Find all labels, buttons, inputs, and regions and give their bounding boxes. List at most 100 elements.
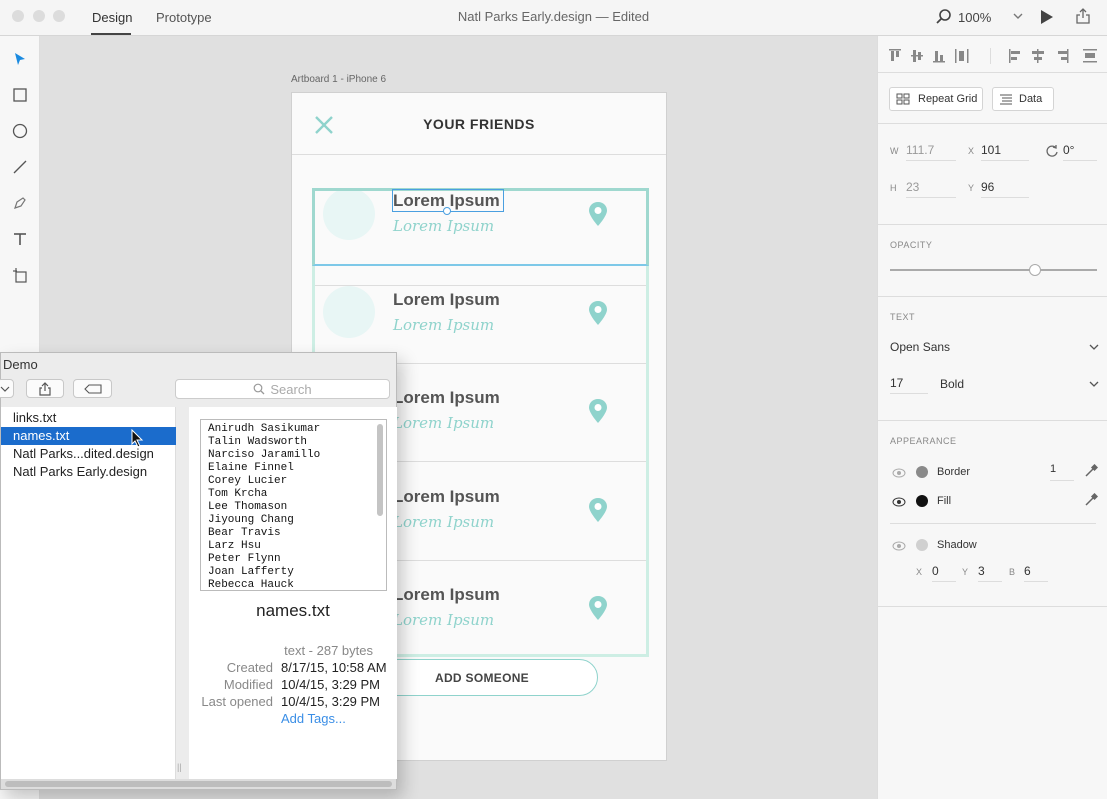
share-icon[interactable] [1076,7,1090,25]
column-resize-handle[interactable]: || [177,762,182,772]
ellipse-tool-icon[interactable] [8,119,32,143]
shadow-label: Shadow [937,539,977,551]
align-right-icon [1058,49,1069,63]
add-someone-label: ADD SOMEONE [435,671,529,685]
preview-line: Lee Thomason [208,501,288,513]
shadow-color-swatch[interactable] [916,539,928,551]
search-placeholder: Search [270,381,312,397]
finder-window[interactable]: Demo Search links.txt names.txt Natl Par… [0,352,397,790]
preview-line: Joan Lafferty [208,566,294,578]
scrollbar-thumb[interactable] [5,781,392,787]
height-field[interactable]: 23 [906,178,956,198]
preview-line: Tom Krcha [208,488,268,500]
border-label: Border [937,466,971,478]
eye-icon[interactable] [892,541,906,551]
search-field[interactable]: Search [175,379,390,399]
artboard-tool-icon[interactable] [8,263,32,287]
zoom-search-icon[interactable] [936,9,952,25]
share-icon [39,382,51,396]
file-item[interactable]: Natl Parks...dited.design [1,445,176,463]
preview-line: Rebecca Hauck [208,579,294,591]
preview-line: Bear Travis [208,527,281,539]
created-value: 8/17/15, 10:58 AM [281,660,387,675]
preview-scrollbar[interactable] [377,424,383,516]
text-heading: TEXT [890,312,916,322]
preview-line: Anirudh Sasikumar [208,423,321,435]
x-field[interactable]: 101 [981,141,1029,161]
data-button[interactable]: Data [992,87,1054,111]
share-button[interactable] [26,379,64,398]
preview-line: Narciso Jaramillo [208,449,321,461]
tags-button[interactable] [73,379,112,398]
rotate-icon [1046,145,1058,157]
eyedropper-icon[interactable] [1084,493,1098,507]
shadow-x-field[interactable]: 0 [932,562,956,582]
shadow-y-field[interactable]: 3 [978,562,1002,582]
screen-title[interactable]: YOUR FRIENDS [292,116,666,132]
shadow-blur-label: B [1009,567,1016,577]
font-weight-select[interactable]: Bold [940,377,964,391]
repeat-grid-label: Repeat Grid [918,93,978,105]
select-tool-icon[interactable] [8,47,32,71]
text-preview[interactable]: Anirudh Sasikumar Talin Wadsworth Narciso … [200,419,387,591]
file-item[interactable]: Natl Parks Early.design [1,463,176,481]
appearance-heading: APPEARANCE [890,436,957,446]
preview-line: Corey Lucier [208,475,288,487]
horizontal-scrollbar[interactable] [1,779,396,789]
line-tool-icon[interactable] [8,155,32,179]
border-color-swatch[interactable] [916,466,928,478]
border-width-field[interactable]: 1 [1050,461,1074,481]
file-item[interactable]: links.txt [1,409,176,427]
font-family-select[interactable]: Open Sans [890,340,950,354]
align-left-icon [1009,49,1020,63]
chevron-down-icon[interactable] [1088,379,1100,389]
file-list: links.txt names.txt Natl Parks...dited.d… [1,407,182,779]
add-tags-link[interactable]: Add Tags... [281,711,346,726]
repeat-grid-icon [896,93,910,105]
active-tab-indicator [91,33,131,35]
file-preview: Anirudh Sasikumar Talin Wadsworth Narciso … [189,407,397,779]
finder-toolbar: Search [0,375,396,401]
eyedropper-icon[interactable] [1084,464,1098,478]
chevron-down-icon[interactable] [1012,8,1024,24]
preview-filename: names.txt [256,601,330,620]
pen-tool-icon[interactable] [8,191,32,215]
shadow-blur-field[interactable]: 6 [1024,562,1048,582]
rectangle-tool-icon[interactable] [8,83,32,107]
modified-label: Modified [223,677,273,692]
eye-icon[interactable] [892,497,906,507]
chevron-down-icon[interactable] [1088,342,1100,352]
shadow-y-label: Y [962,567,969,577]
finder-title: Demo [3,357,38,372]
distribute-horizontal-icon [1083,49,1097,63]
preview-line: Jiyoung Chang [208,514,294,526]
opacity-slider[interactable] [890,269,1097,271]
artboard-label[interactable]: Artboard 1 - iPhone 6 [291,74,386,85]
opacity-heading: OPACITY [890,240,933,250]
align-toolbar[interactable] [888,48,1098,64]
mouse-cursor-icon [131,429,144,448]
divider [890,523,1096,524]
add-someone-button[interactable]: ADD SOMEONE [366,659,598,696]
width-field[interactable]: 111.7 [906,141,956,161]
rotation-field[interactable]: 0° [1063,141,1097,161]
width-label: W [890,146,899,156]
fill-color-swatch[interactable] [916,495,928,507]
file-item-selected[interactable]: names.txt [1,427,176,445]
eye-icon[interactable] [892,468,906,478]
tag-icon [84,384,102,394]
last-opened-label: Last opened [201,694,273,709]
selection-handle[interactable] [443,207,451,215]
y-label: Y [968,183,975,193]
artboard-header: YOUR FRIENDS [292,93,666,155]
title-bar: Design Prototype Natl Parks Early.design… [0,0,1107,36]
opacity-slider-handle[interactable] [1028,264,1041,276]
zoom-level[interactable]: 100% [958,10,991,25]
y-field[interactable]: 96 [981,178,1029,198]
repeat-grid-button[interactable]: Repeat Grid [889,87,983,111]
font-size-field[interactable]: 17 [890,374,928,394]
text-tool-icon[interactable] [8,227,32,251]
play-icon[interactable] [1040,9,1054,25]
view-options-button[interactable] [0,379,14,398]
preview-line: Talin Wadsworth [208,436,308,448]
